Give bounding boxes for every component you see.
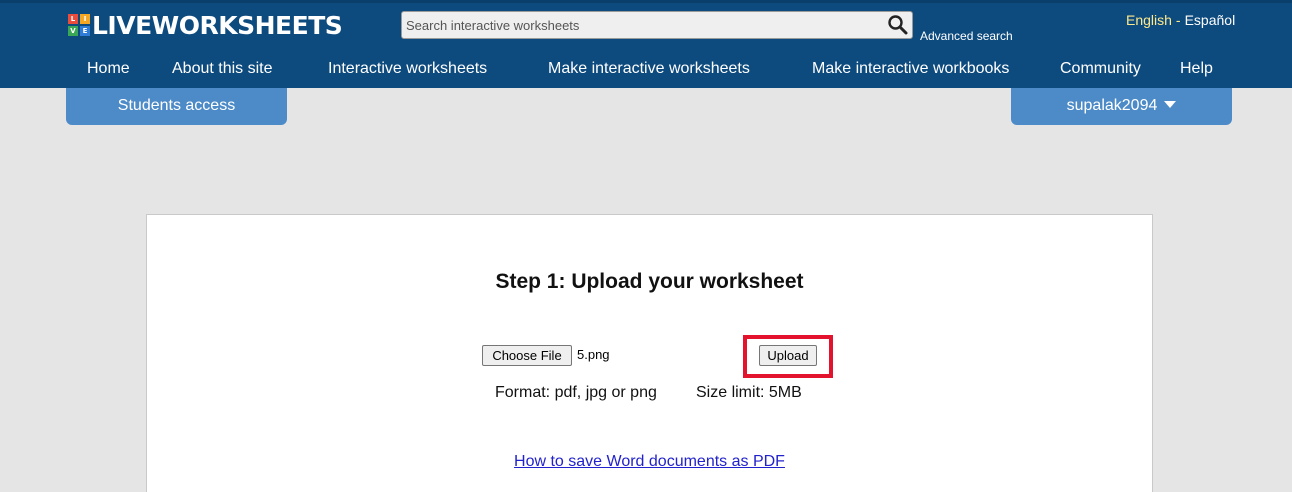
- upload-button[interactable]: Upload: [759, 345, 817, 366]
- choose-file-button[interactable]: Choose File: [482, 345, 572, 366]
- logo-letter-l: L: [68, 14, 78, 24]
- howto-container: How to save Word documents as PDF: [147, 453, 1152, 471]
- user-menu-tab[interactable]: supalak2094: [1011, 88, 1232, 125]
- search-button[interactable]: [886, 14, 910, 36]
- logo-text: LIVEWORKSHEETS: [92, 10, 343, 40]
- username-label: supalak2094: [1066, 97, 1158, 114]
- lang-spanish-link[interactable]: Español: [1185, 12, 1236, 28]
- selected-file-name: 5.png: [577, 347, 610, 362]
- header-edge: [0, 0, 1292, 3]
- students-access-tab[interactable]: Students access: [66, 88, 287, 125]
- search-icon: [888, 15, 908, 35]
- logo-letter-v: V: [68, 26, 78, 36]
- nav-home[interactable]: Home: [87, 60, 130, 78]
- logo-letter-i: I: [80, 14, 90, 24]
- caret-down-icon: [1164, 101, 1177, 109]
- howto-pdf-link[interactable]: How to save Word documents as PDF: [514, 453, 785, 470]
- page-title: Step 1: Upload your worksheet: [495, 270, 804, 293]
- search-box: [401, 11, 913, 39]
- lang-separator: -: [1175, 12, 1181, 28]
- nav-community[interactable]: Community: [1060, 60, 1141, 78]
- nav-make-worksheets[interactable]: Make interactive worksheets: [548, 60, 750, 78]
- students-access-label: Students access: [117, 97, 236, 114]
- lang-english-link[interactable]: English: [1126, 12, 1172, 28]
- logo-letter-e: E: [80, 26, 90, 36]
- logo-grid-icon: L I V E: [68, 14, 90, 36]
- size-limit-info: Size limit: 5MB: [696, 384, 802, 401]
- nav-interactive-worksheets[interactable]: Interactive worksheets: [328, 60, 487, 78]
- search-input[interactable]: [402, 12, 880, 38]
- advanced-search-link[interactable]: Advanced search: [920, 29, 1013, 43]
- top-header: L I V E LIVEWORKSHEETS Advanced search E…: [0, 0, 1292, 88]
- language-switcher: English - Español: [1126, 12, 1235, 28]
- nav-make-workbooks[interactable]: Make interactive workbooks: [812, 60, 1009, 78]
- site-logo[interactable]: L I V E LIVEWORKSHEETS: [68, 8, 343, 42]
- main-nav: Home About this site Interactive workshe…: [0, 60, 1292, 82]
- upload-card: Step 1: Upload your worksheet Choose Fil…: [146, 214, 1153, 492]
- nav-help[interactable]: Help: [1180, 60, 1213, 78]
- format-info: Format: pdf, jpg or png: [495, 384, 657, 401]
- nav-about[interactable]: About this site: [172, 60, 273, 78]
